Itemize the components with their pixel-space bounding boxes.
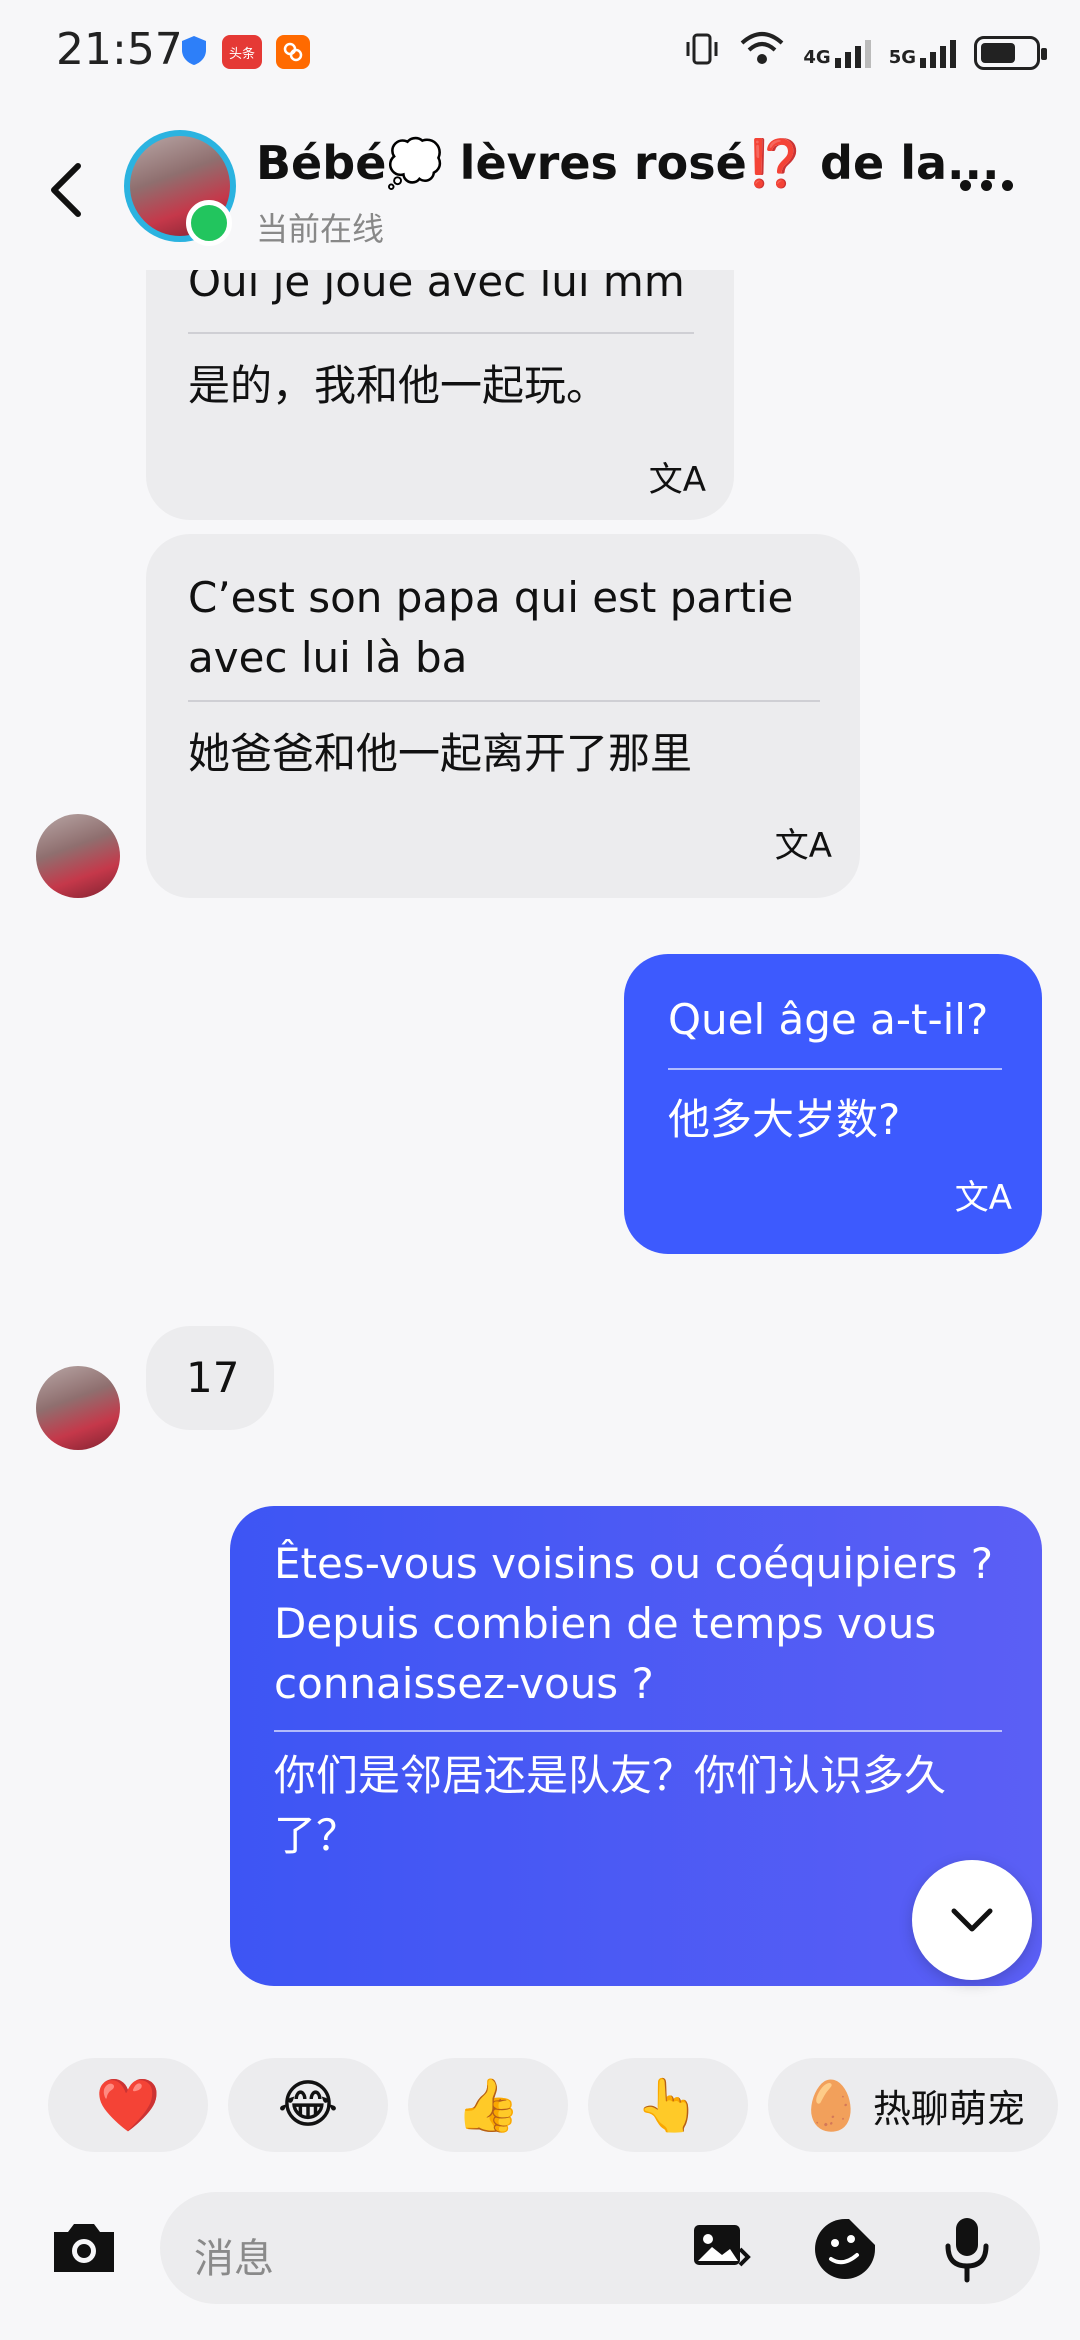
message-translation-text: 她爸爸和他一起离开了那里: [188, 729, 693, 778]
quick-reply-point[interactable]: 👆: [588, 2058, 748, 2152]
incoming-message-bubble[interactable]: 17: [146, 1326, 274, 1430]
message-input-placeholder: 消息: [194, 2236, 274, 2282]
microphone-icon: [945, 2218, 989, 2283]
message-original-text: Êtes-vous voisins ou coéquipiers ? Depui…: [274, 1539, 993, 1708]
cell-signal-5g-icon: 5G: [889, 38, 956, 68]
contact-avatar-small[interactable]: [36, 1366, 120, 1450]
more-dot-icon: [981, 180, 992, 191]
status-bar: 21:57 头条 4G 5G: [0, 0, 1080, 110]
sticker-icon: [815, 2219, 875, 2279]
toutiao-app-icon: 头条: [222, 35, 262, 69]
incoming-message-bubble[interactable]: C’est son papa qui est partie avec lui l…: [146, 534, 860, 898]
message-original-text: Quel âge a-t-il?: [668, 995, 989, 1044]
quick-reply-laugh[interactable]: 😂: [228, 2058, 388, 2152]
outgoing-message-bubble[interactable]: Quel âge a-t-il? 他多大岁数? 文A: [624, 954, 1042, 1254]
laughing-emoji-icon: 😂: [277, 2075, 339, 2135]
contact-online-status: 当前在线: [256, 210, 385, 248]
message-translation-text: 他多大岁数?: [668, 1095, 901, 1144]
status-system-icons: 4G 5G: [683, 30, 1047, 75]
incoming-message-bubble[interactable]: Oui je joue avec lui mm 是的，我和他一起玩。 文A: [146, 270, 734, 520]
app-notification-icon: [276, 35, 310, 69]
heart-emoji-icon: ❤️: [95, 2075, 161, 2136]
chevron-down-icon: [951, 1908, 993, 1932]
chevron-left-icon: [51, 163, 81, 217]
status-time: 21:57: [56, 24, 183, 75]
egg-pet-icon: 🥚: [801, 2077, 861, 2134]
message-original-text: C’est son papa qui est partie avec lui l…: [188, 573, 794, 682]
scroll-to-bottom-button[interactable]: [912, 1860, 1032, 1980]
contact-avatar-small[interactable]: [36, 814, 120, 898]
voice-message-button[interactable]: [930, 2212, 1004, 2286]
quick-reply-thumbs-up[interactable]: 👍: [408, 2058, 568, 2152]
message-input[interactable]: [160, 2192, 1040, 2304]
translate-icon[interactable]: 文A: [649, 452, 706, 501]
sticker-button[interactable]: [808, 2212, 882, 2286]
status-notification-icons: 头条: [180, 34, 310, 70]
more-dot-icon: [960, 180, 971, 191]
more-options-button[interactable]: [960, 180, 1013, 191]
message-original-text: Oui je joue avec lui mm: [188, 270, 685, 306]
translate-icon[interactable]: 文A: [775, 818, 832, 867]
message-translation-text: 是的，我和他一起玩。: [188, 361, 609, 410]
quick-reply-heart[interactable]: ❤️: [48, 2058, 208, 2152]
hot-chat-label: 热聊萌宠: [872, 2086, 1025, 2131]
wifi-icon: [739, 31, 785, 74]
gallery-button[interactable]: [686, 2212, 760, 2286]
message-original-text: 17: [186, 1353, 240, 1402]
back-button[interactable]: [36, 150, 96, 230]
battery-icon: [974, 35, 1047, 70]
translation-divider: [668, 1068, 1002, 1070]
more-dot-icon: [1002, 180, 1013, 191]
contact-name[interactable]: Bébé💭 lèvres rosé⁉️ de la...: [256, 136, 999, 191]
message-list[interactable]: Oui je joue avec lui mm 是的，我和他一起玩。 文A C’…: [0, 270, 1080, 2030]
translation-divider: [274, 1730, 1002, 1732]
camera-button[interactable]: [44, 2208, 124, 2288]
translate-icon[interactable]: 文A: [955, 1170, 1012, 1219]
cell-signal-4g-icon: 4G: [803, 38, 871, 68]
shield-icon: [180, 34, 208, 70]
thumbs-up-emoji-icon: 👍: [455, 2075, 521, 2136]
vibrate-icon: [683, 30, 721, 75]
translation-divider: [188, 700, 820, 702]
chat-header: Bébé💭 lèvres rosé⁉️ de la... 当前在线: [0, 110, 1080, 270]
image-gallery-icon: [694, 2225, 751, 2267]
camera-icon: [54, 2224, 114, 2272]
translation-divider: [188, 332, 694, 334]
quick-reply-hot-chat-pet[interactable]: 🥚 热聊萌宠: [768, 2058, 1058, 2152]
pointing-emoji-icon: 👆: [635, 2075, 701, 2136]
message-translation-text: 你们是邻居还是队友？你们认识多久了？: [274, 1751, 947, 1860]
online-status-dot: [186, 200, 232, 246]
